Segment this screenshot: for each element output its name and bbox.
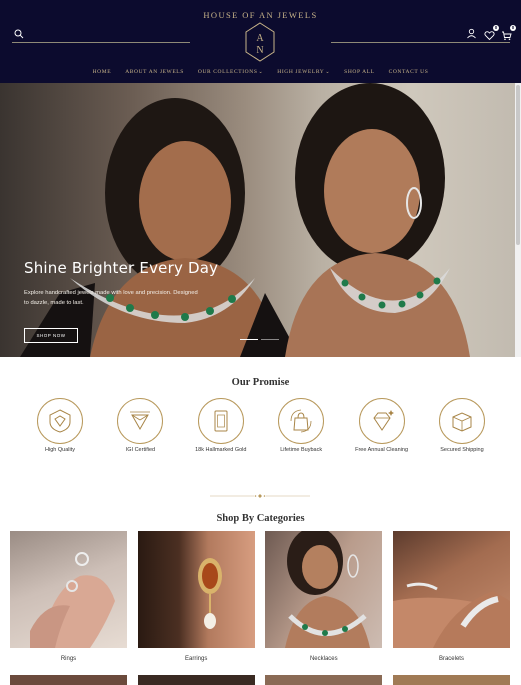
category-label: Necklaces xyxy=(309,656,338,662)
promise-label: Free Annual Cleaning xyxy=(355,447,409,453)
promise-icon-circle xyxy=(197,398,244,444)
hero-scrollbar-thumb[interactable] xyxy=(516,85,520,245)
search-input[interactable] xyxy=(28,28,178,40)
chevron-down-icon: ⌄ xyxy=(325,70,331,75)
category-image xyxy=(10,531,127,648)
hero-subtitle: Explore handcrafted jewels made with lov… xyxy=(24,290,198,306)
category-card-partial[interactable] xyxy=(10,675,127,685)
promise-icon-circle xyxy=(117,398,164,444)
promise-item: Lifetime Buyback xyxy=(261,398,341,453)
promise-label: Lifetime Buyback xyxy=(280,447,323,453)
promise-label: IGI Certified xyxy=(125,447,156,453)
category-card-partial[interactable] xyxy=(137,675,255,685)
main-nav: HOME ABOUT AN JEWELS OUR COLLECTIONS⌄ HI… xyxy=(0,69,521,75)
category-image xyxy=(265,531,383,648)
brand-logo[interactable]: A N xyxy=(244,22,276,62)
category-label: Earrings xyxy=(184,656,208,662)
promise-label: Secured Shipping xyxy=(440,447,484,453)
promise-item: Free Annual Cleaning xyxy=(342,398,422,453)
brand-name[interactable]: HOUSE OF AN JEWELS xyxy=(0,10,521,20)
nav-shop-all[interactable]: SHOP ALL xyxy=(344,69,374,75)
ornament-divider xyxy=(210,494,310,498)
nav-contact-us[interactable]: CONTACT US xyxy=(389,69,429,75)
category-card-partial[interactable] xyxy=(265,675,383,685)
hero-title: Shine Brighter Every Day xyxy=(24,259,219,277)
promise-label: 18k Hallmarked Gold xyxy=(195,447,247,453)
nav-our-collections[interactable]: OUR COLLECTIONS⌄ xyxy=(198,69,263,75)
category-label: Rings xyxy=(60,656,77,662)
nav-home-label: HOME xyxy=(92,69,112,75)
category-card-necklaces[interactable]: Necklaces xyxy=(265,531,383,662)
search-icon[interactable] xyxy=(14,29,24,39)
slide-indicator-1[interactable] xyxy=(240,339,258,340)
category-image xyxy=(137,531,255,648)
shop-now-button[interactable]: SHOP NOW xyxy=(24,328,78,343)
category-card-earrings[interactable]: Earrings xyxy=(137,531,255,662)
logo-letter-a: A xyxy=(256,33,264,44)
promise-item: Secured Shipping xyxy=(422,398,502,453)
hero-image xyxy=(20,83,470,357)
search-underline xyxy=(12,42,190,43)
nav-high-jewelry[interactable]: HIGH JEWELRY⌄ xyxy=(277,69,330,75)
nav-high-jewelry-label: HIGH JEWELRY xyxy=(277,69,325,75)
shipping-box-icon xyxy=(452,412,472,432)
category-image xyxy=(392,531,510,648)
gem-shield-icon xyxy=(49,409,71,433)
cart-count-badge: 0 xyxy=(510,25,516,31)
earrings-photo xyxy=(197,558,222,629)
our-promise-heading: Our Promise xyxy=(231,377,290,388)
shop-by-categories-heading: Shop By Categories xyxy=(216,513,305,524)
promise-item: 18k Hallmarked Gold xyxy=(181,398,261,453)
nav-about-label: ABOUT AN JEWELS xyxy=(125,69,184,75)
gold-bar-icon xyxy=(214,410,228,432)
site-header: HOUSE OF AN JEWELS A N 0 0 HOME ABOUT AN… xyxy=(0,0,521,83)
heart-icon xyxy=(484,31,495,41)
hero-banner: Shine Brighter Every Day Explore handcra… xyxy=(0,83,515,357)
nav-contact-label: CONTACT US xyxy=(388,69,429,75)
nav-about[interactable]: ABOUT AN JEWELS xyxy=(125,69,184,75)
cart-button[interactable]: 0 xyxy=(501,25,516,41)
promise-label: High Quality xyxy=(45,447,75,453)
category-card-partial[interactable] xyxy=(392,675,510,685)
nav-collections-label: OUR COLLECTIONS xyxy=(197,69,258,75)
promise-item: High Quality xyxy=(20,398,100,453)
category-label: Bracelets xyxy=(438,656,464,662)
certified-diamond-icon xyxy=(130,411,151,431)
wishlist-button[interactable]: 0 xyxy=(484,25,499,41)
nav-home[interactable]: HOME xyxy=(93,69,112,75)
hero-slide-indicators xyxy=(240,339,279,340)
sparkle-diamond-icon xyxy=(372,410,394,431)
chevron-down-icon: ⌄ xyxy=(258,70,264,75)
rings-photo xyxy=(30,552,115,648)
promise-icon-circle xyxy=(438,398,485,444)
logo-letter-n: N xyxy=(256,45,263,56)
category-card-bracelets[interactable]: Bracelets xyxy=(392,531,510,662)
account-icon[interactable] xyxy=(466,28,477,39)
wishlist-count-badge: 0 xyxy=(493,25,499,31)
category-grid: Rings Earrings Necklaces Bracelets xyxy=(10,531,510,662)
header-right-rule xyxy=(331,42,510,43)
promise-icon-circle xyxy=(358,398,405,444)
promise-item: IGI Certified xyxy=(100,398,180,453)
buyback-bag-icon xyxy=(290,409,312,433)
category-card-rings[interactable]: Rings xyxy=(10,531,127,662)
category-grid-row-2 xyxy=(10,675,510,685)
promise-list: High Quality IGI Certified 18k Hallmarke… xyxy=(20,398,502,453)
cart-icon xyxy=(502,31,512,41)
promise-icon-circle xyxy=(278,398,325,444)
promise-icon-circle xyxy=(37,398,83,444)
necklaces-photo xyxy=(285,531,371,648)
bracelets-photo xyxy=(392,582,510,648)
slide-indicator-2[interactable] xyxy=(261,339,279,340)
nav-shop-all-label: SHOP ALL xyxy=(344,69,375,75)
